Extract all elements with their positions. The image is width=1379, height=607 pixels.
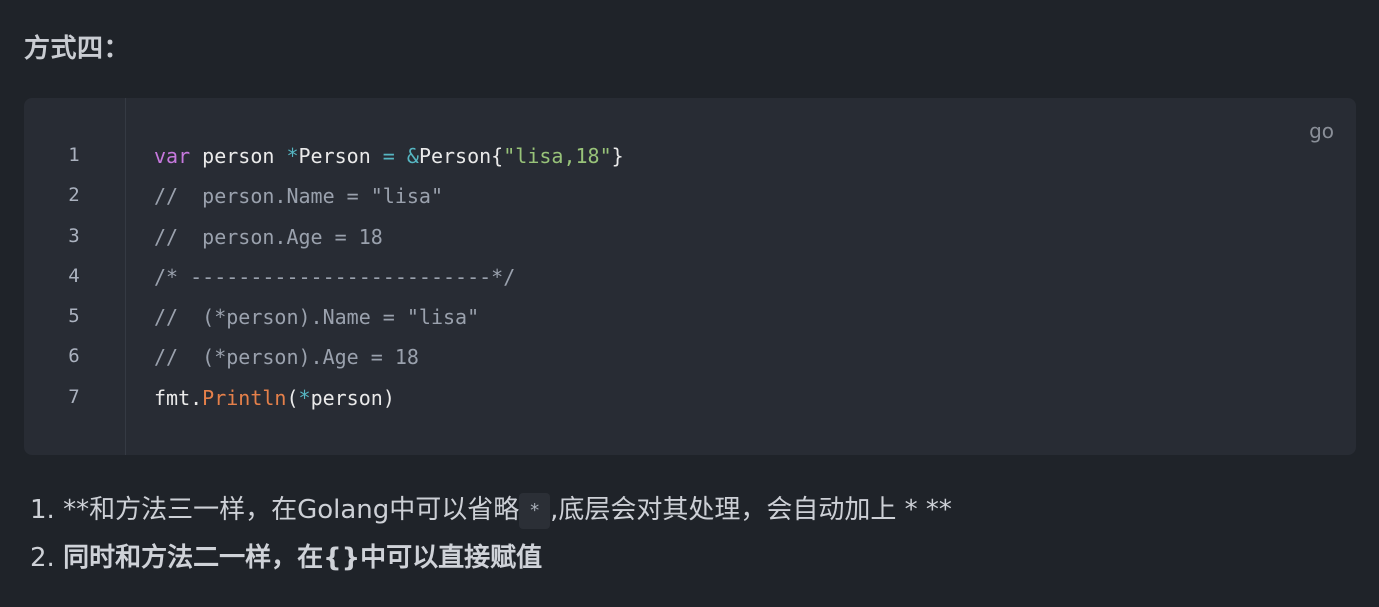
line-number: 2 [68, 184, 80, 206]
code-language-label: go [1309, 119, 1334, 143]
list-text: **和方法三一样，在Golang中可以省略 [54, 495, 520, 525]
code-line-7: fmt.Println(*person) [154, 386, 395, 410]
code-token: fmt. [154, 386, 203, 410]
code-line-6: // (*person).Age = 18 [154, 345, 419, 369]
code-token-operator: & [406, 144, 419, 168]
line-number: 1 [68, 144, 80, 166]
ordered-list: 1. **和方法三一样，在Golang中可以省略 * ,底层会对其处理，会自动加上 … [30, 488, 952, 584]
line-number: 4 [68, 265, 80, 287]
code-token: Person{ [418, 144, 504, 168]
list-item: 1. **和方法三一样，在Golang中可以省略 * ,底层会对其处理，会自动加上 … [30, 488, 952, 536]
code-line-4: /* -------------------------*/ [154, 265, 516, 289]
list-text-bold: 同时和方法二一样，在{}中可以直接赋值 [63, 543, 543, 573]
code-token-string: "lisa,18" [503, 144, 612, 168]
line-number: 6 [68, 345, 80, 367]
list-number: 2. [30, 543, 55, 573]
line-number: 7 [68, 386, 80, 408]
code-token: ) [382, 386, 395, 410]
inline-code: * [519, 492, 551, 529]
code-block: 1 2 3 4 5 6 7 go var person *Person = &P… [24, 98, 1356, 455]
code-token-function: Println [202, 386, 287, 410]
code-token: person [190, 144, 287, 168]
code-token-operator: * [298, 386, 311, 410]
code-token: person [310, 386, 383, 410]
list-text: ,底层会对其处理，会自动加上 * ** [550, 495, 952, 525]
list-item: 2. 同时和方法二一样，在{}中可以直接赋值 [30, 536, 952, 584]
code-token-operator: * [286, 144, 299, 168]
code-line-1: var person *Person = &Person{"lisa,18"} [154, 144, 624, 168]
line-number: 5 [68, 305, 80, 327]
code-token: Person [298, 144, 383, 168]
code-line-2: // person.Name = "lisa" [154, 184, 443, 208]
code-line-3: // person.Age = 18 [154, 225, 383, 249]
code-line-5: // (*person).Name = "lisa" [154, 305, 480, 329]
line-number-gutter: 1 2 3 4 5 6 7 [24, 98, 126, 455]
code-token-keyword: var [154, 144, 191, 168]
code-token: } [611, 144, 624, 168]
section-heading: 方式四： [24, 34, 131, 64]
code-token: ( [286, 386, 299, 410]
code-token-operator: = [382, 144, 395, 168]
line-number: 3 [68, 225, 80, 247]
list-number: 1. [30, 495, 55, 525]
